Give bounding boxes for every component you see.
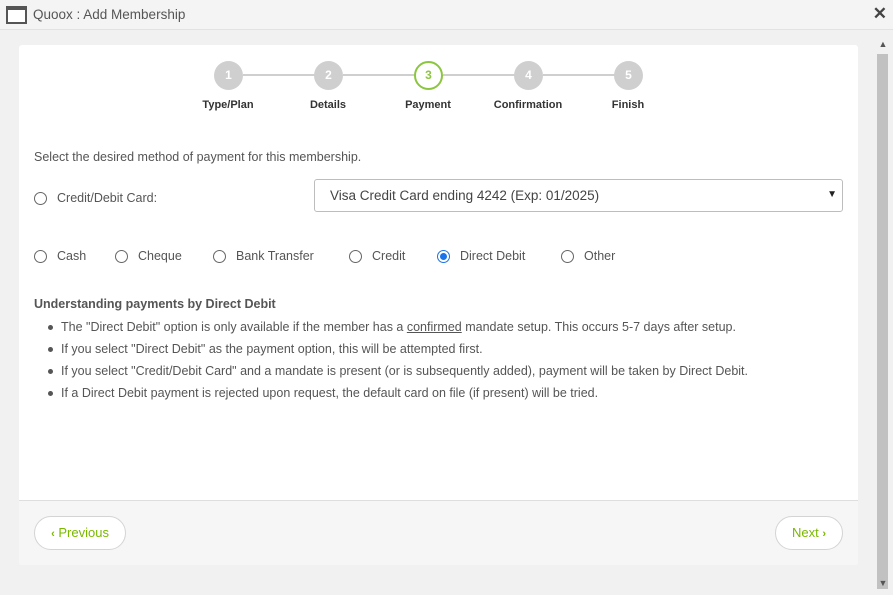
step-1-indicator: 1 bbox=[214, 61, 243, 90]
card-radio-label[interactable]: Credit/Debit Card: bbox=[57, 191, 157, 205]
window-titlebar: Quoox : Add Membership ✕ bbox=[0, 0, 893, 30]
chevron-right-icon: › bbox=[822, 528, 827, 540]
close-icon[interactable]: ✕ bbox=[873, 4, 887, 24]
wizard-footer bbox=[19, 500, 858, 565]
step-connector bbox=[443, 74, 515, 76]
step-connector bbox=[543, 74, 615, 76]
step-connector bbox=[243, 74, 315, 76]
vertical-scrollbar[interactable]: ▲ ▼ bbox=[873, 30, 893, 595]
direct-debit-info-title: Understanding payments by Direct Debit bbox=[34, 297, 276, 311]
list-item: If you select "Credit/Debit Card" and a … bbox=[44, 363, 844, 385]
bank-transfer-radio[interactable] bbox=[213, 250, 226, 263]
window-title: Quoox : Add Membership bbox=[33, 7, 186, 22]
step-5-label: Finish bbox=[611, 99, 645, 111]
other-label[interactable]: Other bbox=[584, 249, 615, 263]
scroll-up-arrow-icon[interactable]: ▲ bbox=[873, 36, 893, 52]
confirmed-emphasis: confirmed bbox=[406, 320, 462, 334]
scroll-down-arrow-icon[interactable]: ▼ bbox=[873, 575, 893, 591]
other-radio[interactable] bbox=[561, 250, 574, 263]
list-item: If a Direct Debit payment is rejected up… bbox=[44, 385, 844, 407]
direct-debit-label[interactable]: Direct Debit bbox=[460, 249, 525, 263]
list-item: The "Direct Debit" option is only availa… bbox=[44, 319, 844, 341]
step-5-indicator: 5 bbox=[614, 61, 643, 90]
card-select-value: Visa Credit Card ending 4242 (Exp: 01/20… bbox=[330, 188, 600, 203]
chevron-left-icon: ‹ bbox=[51, 528, 55, 540]
bank-transfer-label[interactable]: Bank Transfer bbox=[236, 249, 314, 263]
direct-debit-radio[interactable] bbox=[437, 250, 450, 263]
step-4-indicator: 4 bbox=[514, 61, 543, 90]
cash-radio[interactable] bbox=[34, 250, 47, 263]
next-button[interactable]: Next › bbox=[775, 516, 843, 550]
bullet-text: The "Direct Debit" option is only availa… bbox=[61, 320, 407, 334]
previous-button[interactable]: ‹ Previous bbox=[34, 516, 126, 550]
scrollbar-thumb[interactable] bbox=[877, 54, 888, 589]
card-select[interactable]: Visa Credit Card ending 4242 (Exp: 01/20… bbox=[314, 179, 843, 212]
direct-debit-info-list: The "Direct Debit" option is only availa… bbox=[44, 319, 844, 407]
chevron-down-icon: ▼ bbox=[827, 189, 837, 200]
credit-label[interactable]: Credit bbox=[372, 249, 405, 263]
previous-button-label: Previous bbox=[58, 525, 109, 540]
payment-prompt: Select the desired method of payment for… bbox=[34, 150, 362, 164]
step-connector bbox=[343, 74, 415, 76]
list-item: If you select "Direct Debit" as the paym… bbox=[44, 341, 844, 363]
credit-radio[interactable] bbox=[349, 250, 362, 263]
window-icon bbox=[6, 6, 27, 24]
card-radio[interactable] bbox=[34, 192, 47, 205]
bullet-text: mandate setup. This occurs 5-7 days afte… bbox=[461, 320, 736, 334]
cash-label[interactable]: Cash bbox=[57, 249, 86, 263]
cheque-label[interactable]: Cheque bbox=[138, 249, 182, 263]
next-button-label: Next bbox=[791, 525, 819, 540]
step-2-indicator: 2 bbox=[314, 61, 343, 90]
step-3-indicator: 3 bbox=[414, 61, 443, 90]
cheque-radio[interactable] bbox=[115, 250, 128, 263]
